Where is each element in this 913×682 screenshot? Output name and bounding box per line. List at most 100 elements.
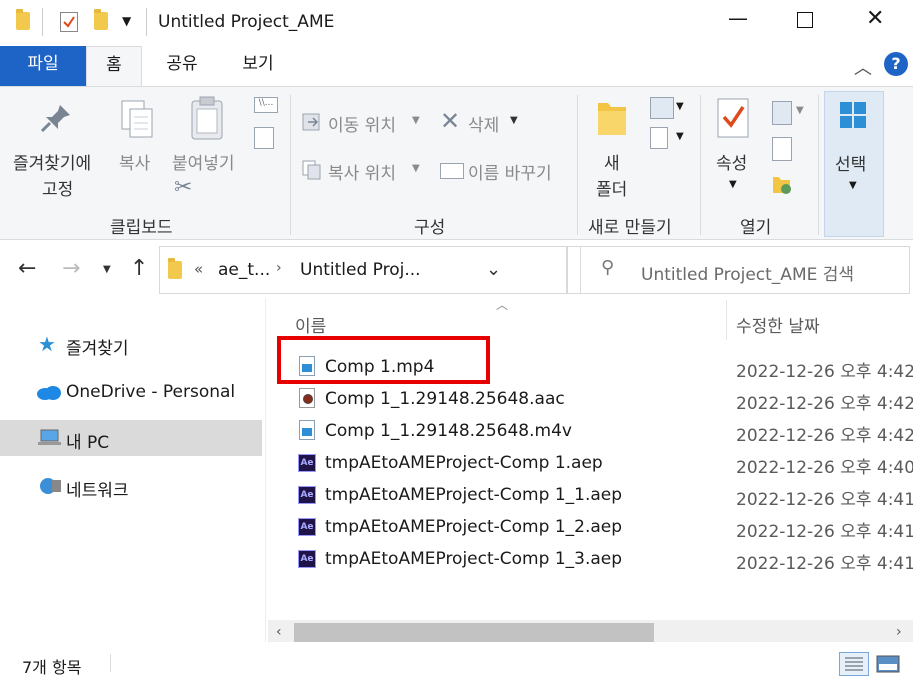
column-header-date[interactable]: 수정한 날짜 xyxy=(736,312,820,337)
back-arrow-icon[interactable]: ← xyxy=(18,256,36,281)
navigation-bar: ← → ▼ ↑ « ae_t... › Untitled Proj... ⌄ ↻… xyxy=(0,244,913,296)
pane-divider xyxy=(265,298,266,642)
rename-icon xyxy=(440,163,464,179)
window-title: Untitled Project_AME xyxy=(158,12,335,32)
new-folder-quick-icon[interactable] xyxy=(94,9,108,30)
title-bar: ▼ Untitled Project_AME — ✕ xyxy=(0,0,913,46)
column-header-name[interactable]: 이름 xyxy=(295,312,326,337)
pin-to-quick-access-button[interactable]: 즐겨찾기에 xyxy=(13,149,91,174)
paste-icon xyxy=(188,95,228,143)
chevron-down-icon[interactable]: ▼ xyxy=(510,115,518,126)
select-button[interactable]: 선택 xyxy=(835,150,866,175)
large-icons-view-button[interactable] xyxy=(876,654,900,674)
nav-item-label: 내 PC xyxy=(66,433,110,453)
new-folder-icon xyxy=(596,97,630,139)
nav-item-quick-access[interactable]: ★ 즐겨찾기 xyxy=(0,326,262,362)
move-to-button[interactable]: 이동 위치 xyxy=(328,111,396,136)
chevron-down-icon[interactable]: ▼ xyxy=(412,163,420,174)
ae-file-icon: Ae xyxy=(298,550,316,568)
up-arrow-icon[interactable]: ↑ xyxy=(130,256,148,281)
file-row[interactable]: Comp 1_1.29148.25648.aac 2022-12-26 오후 4:… xyxy=(288,384,913,416)
tab-view[interactable]: 보기 xyxy=(228,46,288,86)
search-box[interactable]: ⚲ Untitled Project_AME 검색 xyxy=(580,246,910,294)
new-folder-button[interactable]: 새 xyxy=(604,149,620,174)
search-input[interactable]: Untitled Project_AME 검색 xyxy=(641,260,854,285)
easy-access-icon[interactable] xyxy=(650,127,668,149)
ribbon-separator xyxy=(577,95,578,235)
chevron-right-icon[interactable]: › xyxy=(276,260,282,276)
copy-icon xyxy=(118,99,158,143)
network-icon xyxy=(38,476,62,500)
file-row[interactable]: Ae tmpAEtoAMEProject-Comp 1.aep 2022-12-26… xyxy=(288,448,913,480)
file-date: 2022-12-26 오후 4:42 xyxy=(736,362,913,382)
select-group[interactable]: 선택 ▼ xyxy=(824,91,884,237)
edit-icon[interactable] xyxy=(772,137,792,161)
nav-item-this-pc[interactable]: 내 PC xyxy=(0,420,262,456)
scroll-right-icon[interactable]: › xyxy=(896,624,902,640)
computer-icon xyxy=(38,429,62,451)
history-icon[interactable] xyxy=(772,173,792,195)
nav-item-label: 즐겨찾기 xyxy=(66,339,129,359)
overflow-icon[interactable]: « xyxy=(194,260,203,278)
rename-button[interactable]: 이름 바꾸기 xyxy=(468,159,552,184)
file-date: 2022-12-26 오후 4:41 xyxy=(736,490,913,510)
ribbon-separator xyxy=(818,95,819,235)
ribbon-tab-bar: 파일 홈 공유 보기 ︿ ? xyxy=(0,46,913,86)
file-date: 2022-12-26 오후 4:41 xyxy=(736,554,913,574)
help-icon[interactable]: ? xyxy=(884,52,908,76)
copy-to-button[interactable]: 복사 위치 xyxy=(328,159,396,184)
nav-item-label: OneDrive - Personal xyxy=(66,382,236,402)
chevron-down-icon[interactable]: ▼ xyxy=(676,131,684,142)
pin-icon xyxy=(38,101,74,141)
breadcrumb-item[interactable]: ae_t... xyxy=(218,260,270,280)
new-item-icon[interactable] xyxy=(650,97,674,119)
tab-home[interactable]: 홈 xyxy=(86,46,142,86)
file-row[interactable]: Comp 1_1.29148.25648.m4v 2022-12-26 오후 4:… xyxy=(288,416,913,448)
forward-arrow-icon[interactable]: → xyxy=(62,256,80,281)
scrollbar-thumb[interactable] xyxy=(294,623,654,643)
file-name: tmpAEtoAMEProject-Comp 1.aep xyxy=(325,453,603,473)
recent-locations-icon[interactable]: ▼ xyxy=(103,264,111,275)
scroll-left-icon[interactable]: ‹ xyxy=(276,624,282,640)
chevron-down-icon[interactable]: ▼ xyxy=(676,101,684,112)
status-bar: 7개 항목 xyxy=(0,642,913,682)
cut-icon[interactable]: ✂ xyxy=(174,175,192,200)
group-label-new: 새로 만들기 xyxy=(588,218,672,238)
nav-item-network[interactable]: 네트워크 xyxy=(0,468,262,504)
folder-icon xyxy=(16,9,30,30)
search-icon: ⚲ xyxy=(601,257,615,278)
delete-button[interactable]: 삭제 xyxy=(468,111,499,136)
nav-item-onedrive[interactable]: OneDrive - Personal xyxy=(0,374,262,410)
open-icon[interactable] xyxy=(772,101,792,125)
chevron-down-icon[interactable]: ▼ xyxy=(412,115,420,126)
copy-path-icon[interactable]: \\... xyxy=(254,97,278,113)
breadcrumb-item[interactable]: Untitled Proj... xyxy=(300,260,421,280)
close-button[interactable]: ✕ xyxy=(866,6,884,31)
file-date: 2022-12-26 오후 4:41 xyxy=(736,522,913,542)
item-count: 7개 항목 xyxy=(22,658,82,677)
maximize-button[interactable] xyxy=(797,12,813,28)
file-row[interactable]: Ae tmpAEtoAMEProject-Comp 1_2.aep 2022-12-… xyxy=(288,512,913,544)
properties-icon xyxy=(716,97,752,141)
minimize-button[interactable]: — xyxy=(728,6,748,30)
details-view-button[interactable] xyxy=(839,652,869,676)
column-divider[interactable] xyxy=(726,300,727,340)
chevron-up-icon[interactable]: ︿ xyxy=(854,54,872,80)
chevron-down-icon[interactable]: ▼ xyxy=(796,105,804,116)
address-box[interactable]: « ae_t... › Untitled Proj... ⌄ xyxy=(159,246,567,294)
copy-button[interactable]: 복사 xyxy=(119,149,150,174)
chevron-down-icon[interactable]: ▼ xyxy=(729,179,737,190)
chevron-down-icon[interactable]: ▼ xyxy=(122,14,131,28)
paste-button[interactable]: 붙여넣기 xyxy=(172,149,235,174)
tab-file[interactable]: 파일 xyxy=(0,46,86,86)
video-file-icon xyxy=(299,420,315,440)
ribbon-separator xyxy=(290,95,291,235)
paste-shortcut-icon[interactable] xyxy=(254,127,274,149)
file-row[interactable]: Ae tmpAEtoAMEProject-Comp 1_1.aep 2022-12-… xyxy=(288,480,913,512)
properties-button[interactable]: 속성 xyxy=(716,149,747,174)
chevron-down-icon[interactable]: ▼ xyxy=(849,180,857,191)
properties-quick-icon[interactable] xyxy=(60,12,78,32)
tab-share[interactable]: 공유 xyxy=(152,46,212,86)
chevron-down-icon[interactable]: ⌄ xyxy=(486,259,501,280)
file-row[interactable]: Ae tmpAEtoAMEProject-Comp 1_3.aep 2022-12-… xyxy=(288,544,913,576)
